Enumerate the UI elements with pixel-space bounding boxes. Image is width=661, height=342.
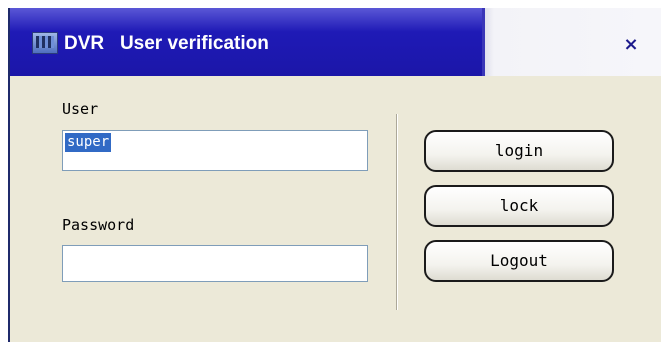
user-input-value: super (65, 133, 112, 152)
window-title: DVR User verification (64, 33, 269, 54)
logout-button[interactable]: Logout (424, 240, 614, 282)
login-dialog: DVR User verification × (8, 8, 661, 342)
password-label: Password (62, 216, 135, 234)
vertical-separator (396, 114, 398, 310)
close-button[interactable]: × (620, 34, 642, 56)
user-label: User (62, 100, 99, 118)
title-bar-divider (482, 8, 485, 76)
password-input[interactable] (62, 245, 368, 282)
login-button[interactable]: login (424, 130, 614, 172)
lock-button[interactable]: lock (424, 185, 614, 227)
title-bar[interactable]: DVR User verification × (10, 8, 661, 76)
user-input[interactable]: super (62, 130, 368, 171)
dvr-app-icon (32, 32, 58, 54)
